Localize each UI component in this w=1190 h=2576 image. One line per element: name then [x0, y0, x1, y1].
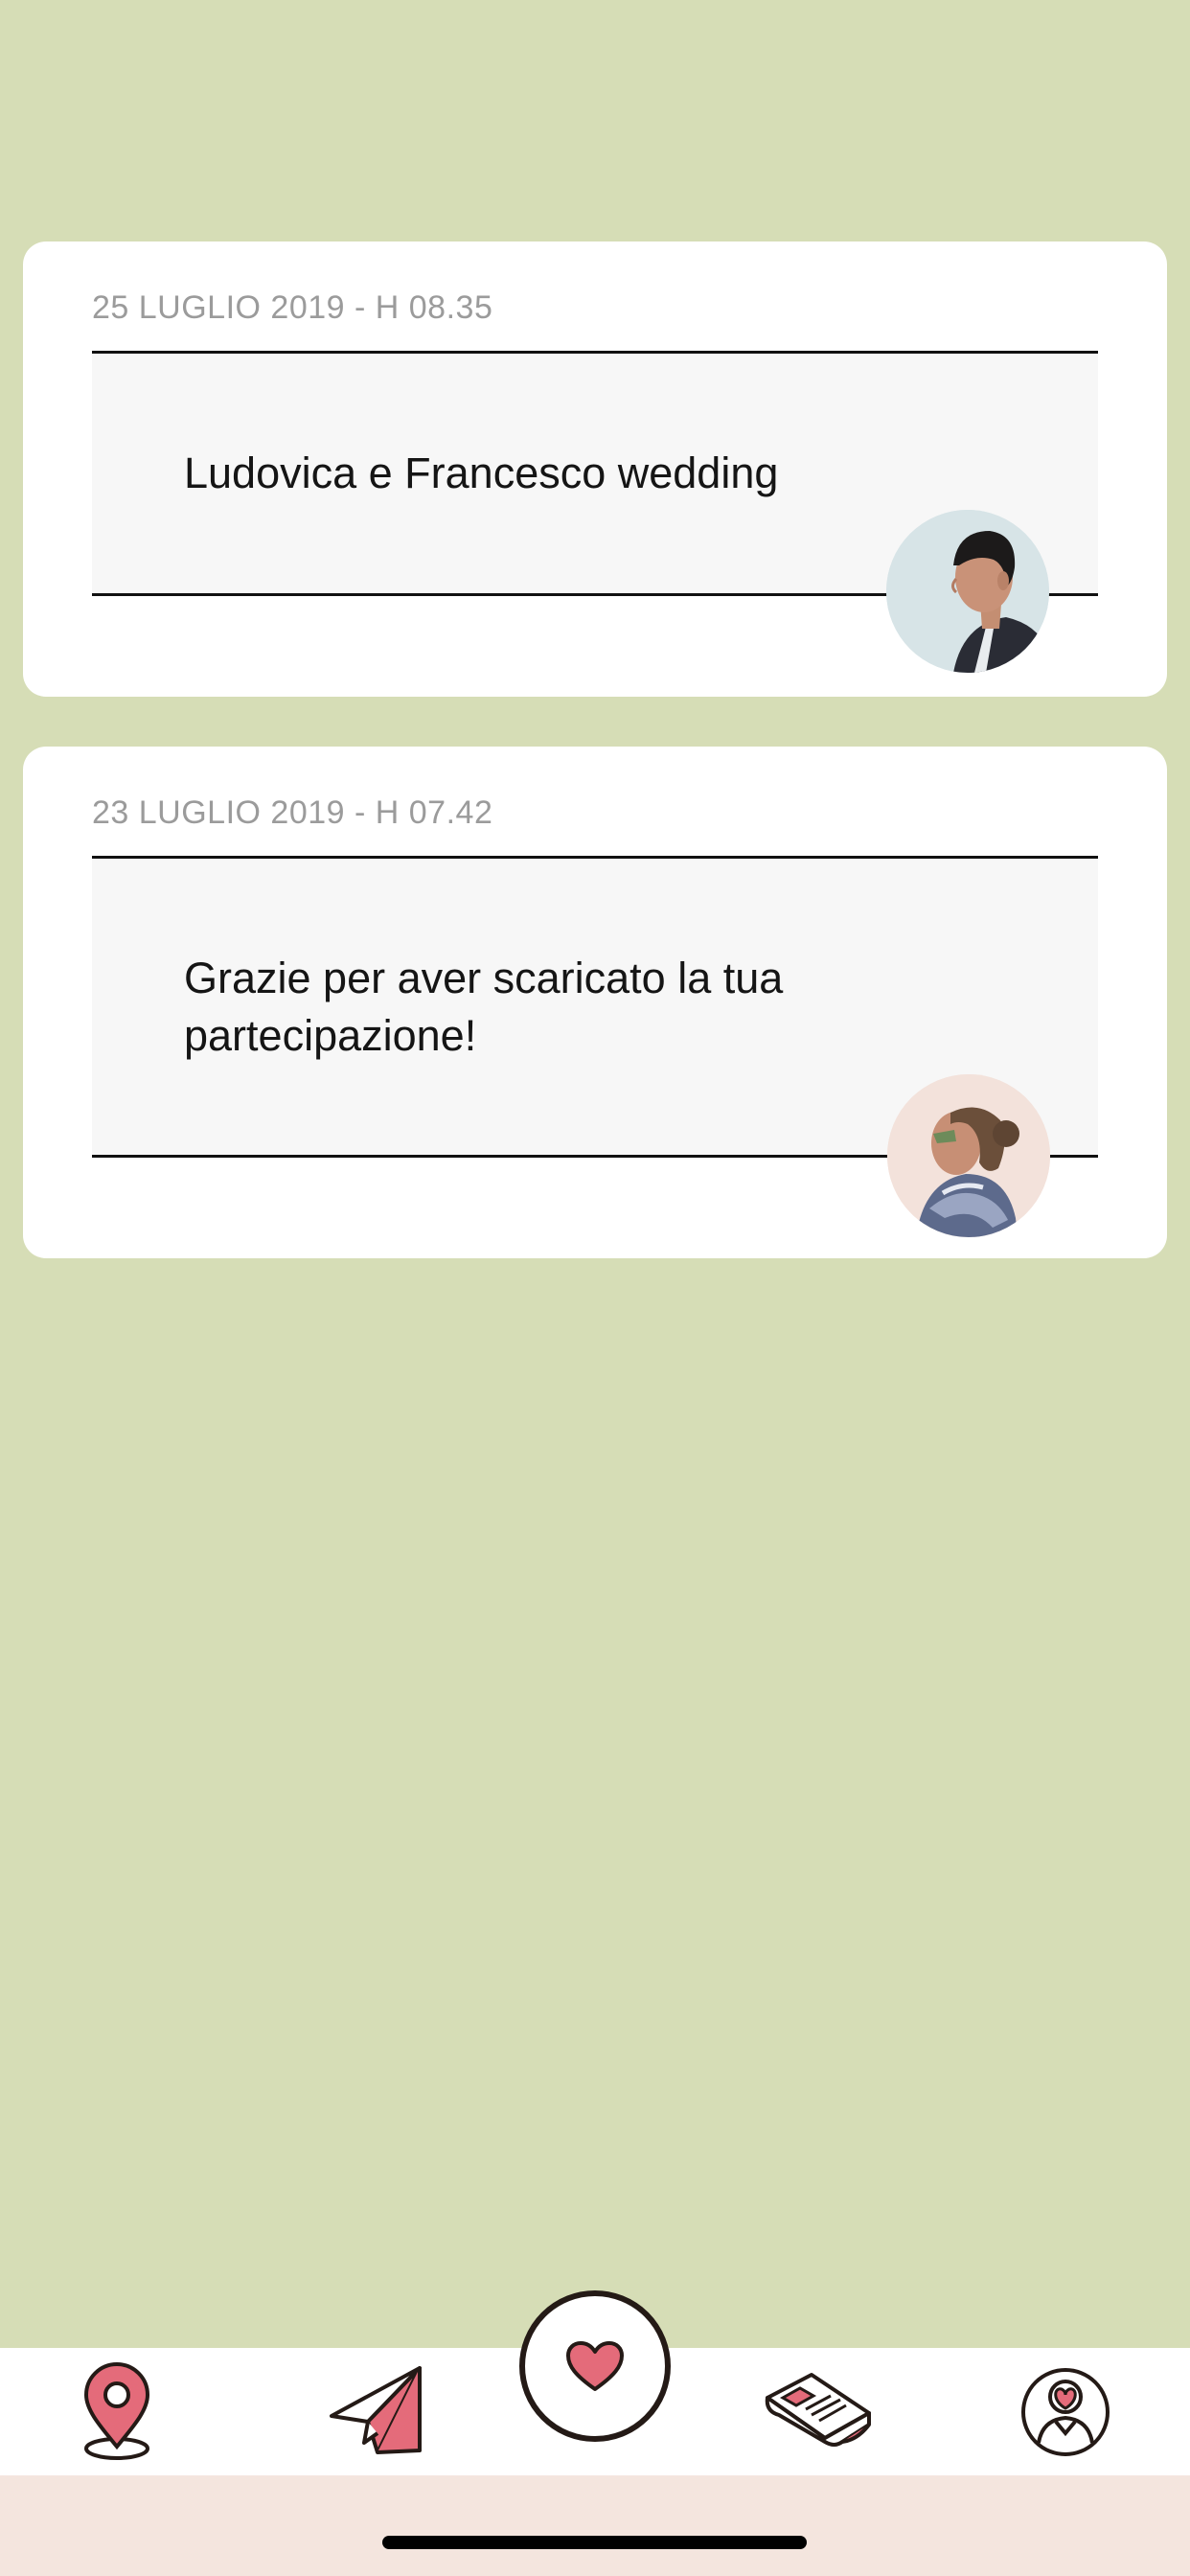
paper-plane-icon	[330, 2365, 422, 2454]
newspaper-icon	[765, 2372, 871, 2447]
notification-message: Grazie per aver scaricato la tua parteci…	[184, 954, 784, 1060]
notification-card[interactable]: 25 LUGLIO 2019 - H 08.35 Ludovica e Fran…	[23, 242, 1167, 697]
man-profile-avatar	[886, 510, 1049, 673]
home-indicator-area	[0, 2475, 1190, 2576]
notification-message: Ludovica e Francesco wedding	[184, 448, 779, 497]
tab-profile[interactable]	[1003, 2361, 1128, 2462]
heart-icon	[566, 2341, 624, 2391]
home-indicator[interactable]	[382, 2536, 807, 2549]
sender-avatar	[886, 510, 1049, 673]
sender-avatar	[887, 1074, 1050, 1237]
notification-card[interactable]: 23 LUGLIO 2019 - H 07.42 Grazie per aver…	[23, 747, 1167, 1258]
tab-favorites[interactable]	[519, 2290, 671, 2442]
tab-news[interactable]	[757, 2361, 881, 2462]
notification-date: 25 LUGLIO 2019 - H 08.35	[92, 289, 493, 326]
couple-profile-icon	[1021, 2367, 1110, 2456]
woman-profile-avatar	[887, 1074, 1050, 1237]
notification-date: 23 LUGLIO 2019 - H 07.42	[92, 794, 493, 831]
tab-map[interactable]	[55, 2361, 179, 2462]
tab-send[interactable]	[316, 2361, 441, 2462]
map-pin-icon	[83, 2361, 150, 2460]
